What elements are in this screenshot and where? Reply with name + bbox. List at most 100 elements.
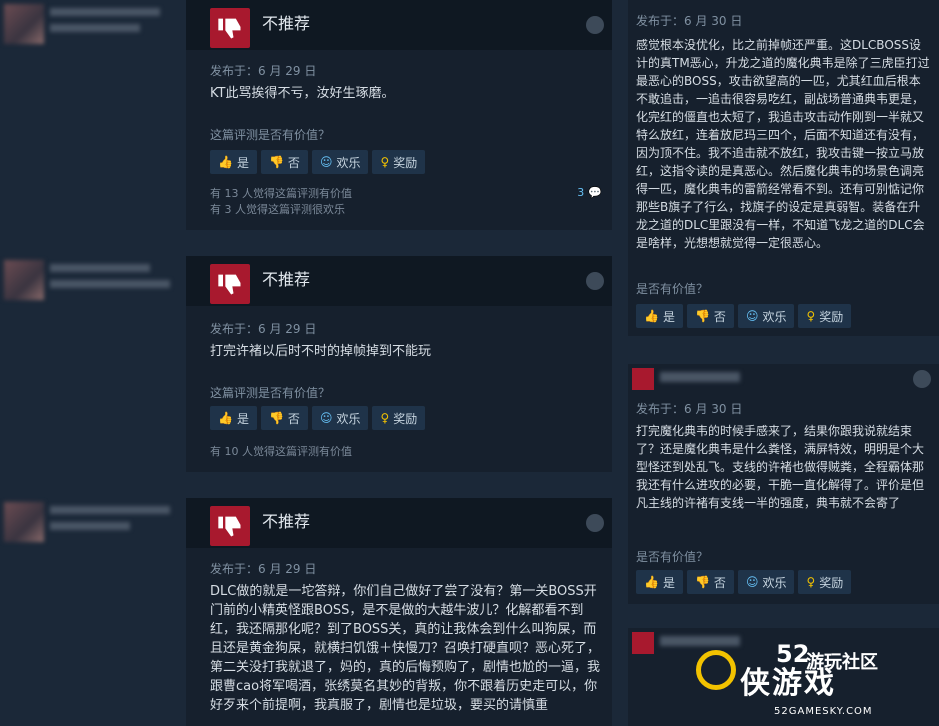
vote-no-button[interactable]: 👎 否 (686, 304, 734, 328)
thumbs-down-icon: 👎 (268, 155, 284, 169)
button-label: 是 (662, 575, 675, 590)
button-label: 否 (713, 309, 726, 324)
helpful-count: 有 13 人觉得这篇评测有价值 (210, 187, 352, 200)
thumbs-down-icon: 👎 (694, 575, 710, 589)
posted-date: 发布于：6 月 29 日 (210, 64, 317, 78)
button-label: 奖励 (393, 155, 418, 170)
key-icon (586, 272, 604, 290)
button-label: 欢乐 (336, 411, 361, 426)
avatar[interactable] (4, 502, 44, 542)
review-text: KT此骂挨得不亏，汝好生琢磨。 (210, 86, 395, 101)
watermark-url: 52GAMESKY.COM (774, 706, 873, 717)
vote-buttons: 👍 是 👎 否 ☺ 欢乐 ♀ 奖励 (210, 150, 426, 174)
review-card: 不推荐 发布于：6 月 29 日 KT此骂挨得不亏，汝好生琢磨。 这篇评测是否有… (0, 0, 612, 230)
avatar[interactable] (4, 4, 44, 44)
author-info (50, 8, 180, 40)
posted-date: 发布于：6 月 29 日 (210, 562, 317, 576)
button-label: 是 (236, 411, 249, 426)
thumbs-up-icon: 👍 (218, 411, 233, 425)
comment-count: 3 (577, 186, 585, 199)
review-body: 不推荐 发布于：6 月 29 日 打完许褚以后时不时的掉帧掉到不能玩 这篇评测是… (186, 256, 612, 472)
award-button[interactable]: ♀ 奖励 (372, 406, 426, 430)
button-label: 是 (236, 155, 249, 170)
review-author[interactable] (0, 256, 186, 472)
review-card: 发布于：6 月 30 日 打完魔化典韦的时候手感来了，结果你跟我说就结束了？还是… (628, 364, 939, 604)
vote-buttons: 👍 是 👎 否 ☺ 欢乐 ♀ 奖励 (636, 304, 852, 328)
button-label: 奖励 (819, 309, 844, 324)
review-author[interactable] (0, 0, 186, 230)
review-body: 发布于：6 月 30 日 感觉根本没优化，比之前掉帧还严重。这DLCBOSS设计… (628, 0, 939, 336)
review-text: 感觉根本没优化，比之前掉帧还严重。这DLCBOSS设计的真TM恶心，升龙之道的魔… (636, 38, 930, 250)
review-text: 打完魔化典韦的时候手感来了，结果你跟我说就结束了？还是魔化典韦是什么粪怪，满屏特… (636, 424, 925, 510)
award-icon: ♀ (806, 309, 816, 323)
thumbs-down-icon: 👎 (268, 411, 284, 425)
helpful-question: 是否有价值？ (636, 282, 709, 296)
posted-date: 发布于：6 月 30 日 (636, 402, 743, 416)
vote-yes-button[interactable]: 👍 是 (210, 406, 257, 430)
author-info (660, 372, 740, 382)
thumbs-down-icon (210, 8, 250, 48)
vote-funny-button[interactable]: ☺ 欢乐 (737, 304, 795, 328)
comments-link[interactable]: 3 💬 (577, 186, 602, 199)
award-button[interactable]: ♀ 奖励 (372, 150, 426, 174)
verdict-label[interactable]: 不推荐 (262, 10, 310, 34)
funny-count: 有 3 人觉得这篇评测很欢乐 (210, 203, 345, 216)
vote-yes-button[interactable]: 👍 是 (210, 150, 257, 174)
award-icon: ♀ (806, 575, 816, 589)
avatar[interactable] (4, 260, 44, 300)
thumbs-down-icon (210, 506, 250, 546)
vote-header: 不推荐 (186, 256, 612, 306)
thumbs-down-icon (632, 368, 654, 390)
button-label: 欢乐 (336, 155, 361, 170)
thumbs-up-icon: 👍 (218, 155, 233, 169)
button-label: 否 (713, 575, 726, 590)
vote-no-button[interactable]: 👎 否 (686, 570, 734, 594)
helpful-question: 这篇评测是否有价值？ (210, 386, 331, 400)
helpful-count: 有 10 人觉得这篇评测有价值 (210, 445, 352, 458)
site-watermark: 52 游玩社区 侠游戏 52GAMESKY.COM (696, 640, 939, 726)
watermark-title: 侠游戏 (740, 666, 836, 701)
steam-icon (913, 370, 931, 388)
vote-no-button[interactable]: 👎 否 (260, 406, 308, 430)
smile-icon: ☺ (745, 575, 759, 589)
button-label: 奖励 (819, 575, 844, 590)
review-card: 不推荐 发布于：6 月 29 日 DLC做的就是一坨答辩，你们自己做好了尝了没有… (0, 498, 612, 726)
vote-header: 不推荐 (186, 0, 612, 50)
posted-date: 发布于：6 月 29 日 (210, 322, 317, 336)
vote-no-button[interactable]: 👎 否 (260, 150, 308, 174)
review-author[interactable] (0, 498, 186, 726)
smile-icon: ☺ (319, 155, 333, 169)
vote-funny-button[interactable]: ☺ 欢乐 (737, 570, 795, 594)
posted-date: 发布于：6 月 30 日 (636, 14, 743, 28)
button-label: 否 (287, 155, 300, 170)
vote-buttons: 👍 是 👎 否 ☺ 欢乐 ♀ 奖励 (636, 570, 852, 594)
vote-yes-button[interactable]: 👍 是 (636, 570, 683, 594)
vote-yes-button[interactable]: 👍 是 (636, 304, 683, 328)
helpful-question: 是否有价值？ (636, 550, 709, 564)
author-info (50, 264, 180, 296)
smile-icon: ☺ (745, 309, 759, 323)
vote-funny-button[interactable]: ☺ 欢乐 (311, 150, 369, 174)
steam-icon (586, 16, 604, 34)
verdict-label[interactable]: 不推荐 (262, 266, 310, 290)
review-text: 打完许褚以后时不时的掉帧掉到不能玩 (210, 344, 432, 359)
review-stats: 有 10 人觉得这篇评测有价值 (210, 444, 352, 460)
thumbs-down-icon (632, 632, 654, 654)
thumbs-down-icon (210, 264, 250, 304)
review-card: 发布于：6 月 30 日 感觉根本没优化，比之前掉帧还严重。这DLCBOSS设计… (628, 0, 939, 336)
review-body: 不推荐 发布于：6 月 29 日 DLC做的就是一坨答辩，你们自己做好了尝了没有… (186, 498, 612, 726)
thumbs-down-icon: 👎 (694, 309, 710, 323)
button-label: 奖励 (393, 411, 418, 426)
vote-funny-button[interactable]: ☺ 欢乐 (311, 406, 369, 430)
watermark-logo-icon (696, 650, 736, 690)
verdict-label[interactable]: 不推荐 (262, 508, 310, 532)
button-label: 欢乐 (762, 575, 787, 590)
award-button[interactable]: ♀ 奖励 (798, 304, 852, 328)
award-icon: ♀ (380, 155, 390, 169)
award-icon: ♀ (380, 411, 390, 425)
smile-icon: ☺ (319, 411, 333, 425)
thumbs-up-icon: 👍 (644, 575, 659, 589)
review-card: 不推荐 发布于：6 月 29 日 打完许褚以后时不时的掉帧掉到不能玩 这篇评测是… (0, 256, 612, 472)
button-label: 否 (287, 411, 300, 426)
award-button[interactable]: ♀ 奖励 (798, 570, 852, 594)
